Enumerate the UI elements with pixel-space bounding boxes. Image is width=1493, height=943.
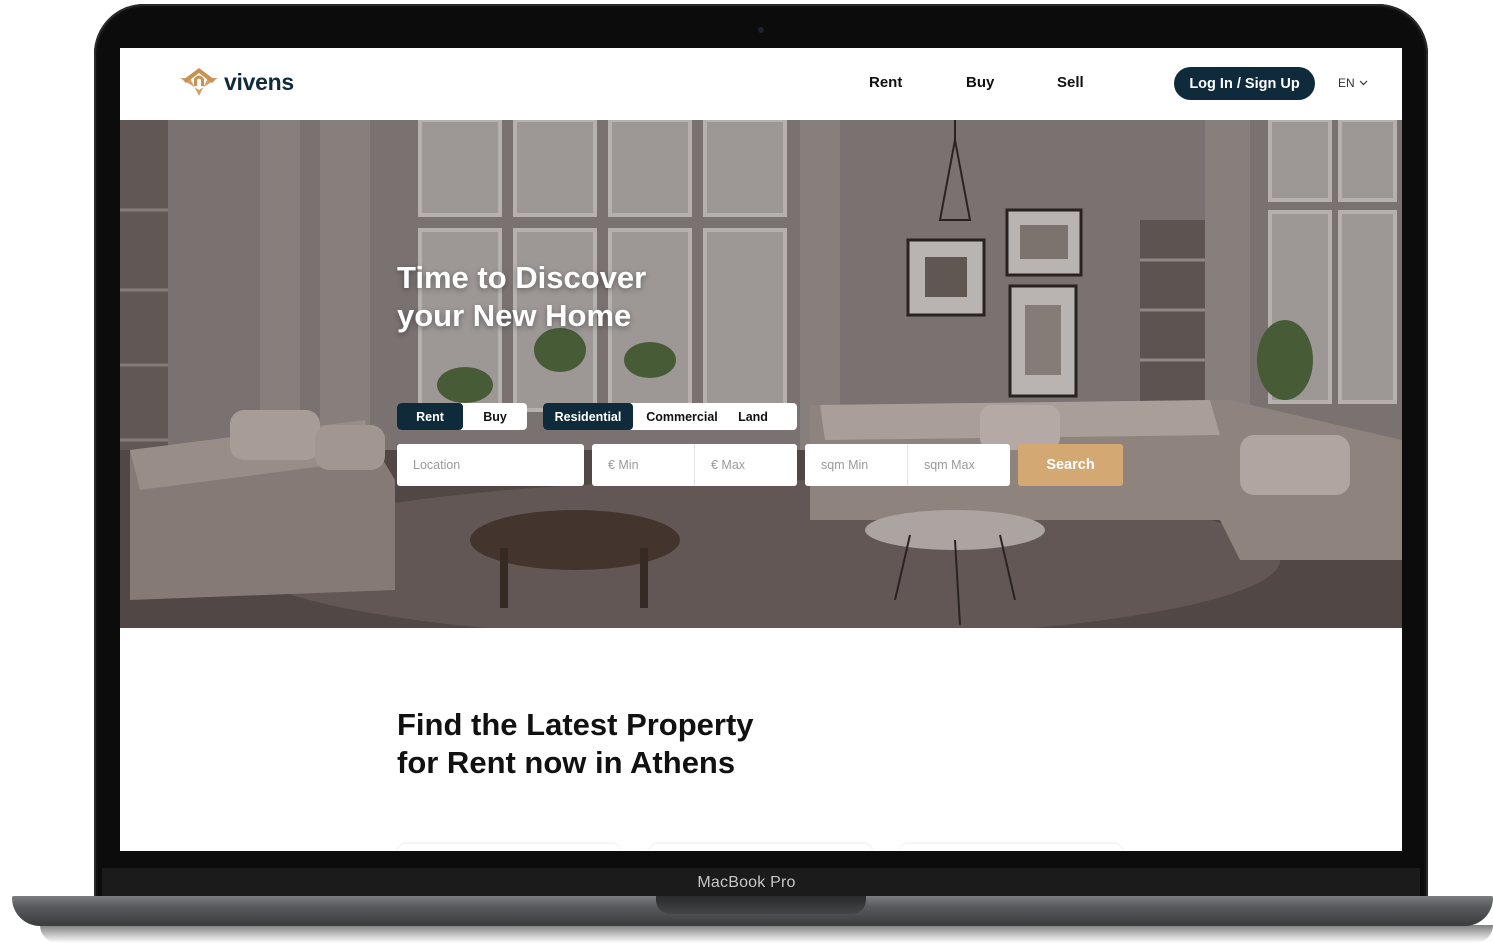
nav-sell[interactable]: Sell [1057,74,1084,91]
hero-title-line-1: Time to Discover [397,260,647,295]
property-card[interactable] [398,844,620,851]
price-range-field [592,444,797,486]
language-selector[interactable]: EN [1338,76,1368,90]
section-title-line-2: for Rent now in Athens [397,745,736,780]
brand-logo[interactable]: vivens [178,66,294,98]
property-type-toggle: Residential Commercial Land [543,403,797,430]
device-mockup: MacBook Pro vivens Rent Buy Sell Log In … [0,0,1493,943]
device-label: MacBook Pro [697,874,796,891]
price-min-input[interactable] [592,444,694,486]
property-card[interactable] [900,844,1122,851]
site-header: vivens Rent Buy Sell Log In / Sign Up EN [120,48,1402,120]
brand-name: vivens [224,68,294,95]
toggle-residential[interactable]: Residential [543,403,633,430]
language-label: EN [1338,76,1355,90]
camera-icon [758,27,764,33]
sqm-min-input[interactable] [805,444,907,486]
nav-buy[interactable]: Buy [966,74,994,91]
toggle-buy[interactable]: Buy [463,403,527,430]
location-input[interactable] [397,444,584,486]
laptop-notch [656,896,866,914]
sqm-max-input[interactable] [908,444,1010,486]
nav-rent[interactable]: Rent [869,74,902,91]
section-title-line-1: Find the Latest Property [397,707,754,742]
hero-title: Time to Discover your New Home [397,259,757,335]
toggle-land[interactable]: Land [731,403,775,430]
login-signup-button[interactable]: Log In / Sign Up [1174,67,1315,100]
property-card[interactable] [650,844,872,851]
area-range-field [805,444,1010,486]
price-max-input[interactable] [695,444,797,486]
toggle-rent[interactable]: Rent [397,403,463,430]
section-title: Find the Latest Property for Rent now in… [397,706,817,782]
hero-title-line-2: your New Home [397,298,632,333]
chevron-down-icon [1359,80,1368,86]
search-button[interactable]: Search [1018,444,1123,486]
listing-mode-toggle: Rent Buy [397,403,527,430]
toggle-commercial[interactable]: Commercial [633,403,731,430]
hero-overlay [120,120,1402,628]
hero-banner: Time to Discover your New Home Rent Buy … [120,120,1402,628]
laptop-shadow [40,925,1493,943]
location-field [397,444,584,486]
browser-screen: vivens Rent Buy Sell Log In / Sign Up EN [120,48,1402,851]
house-logo-icon [180,68,218,96]
